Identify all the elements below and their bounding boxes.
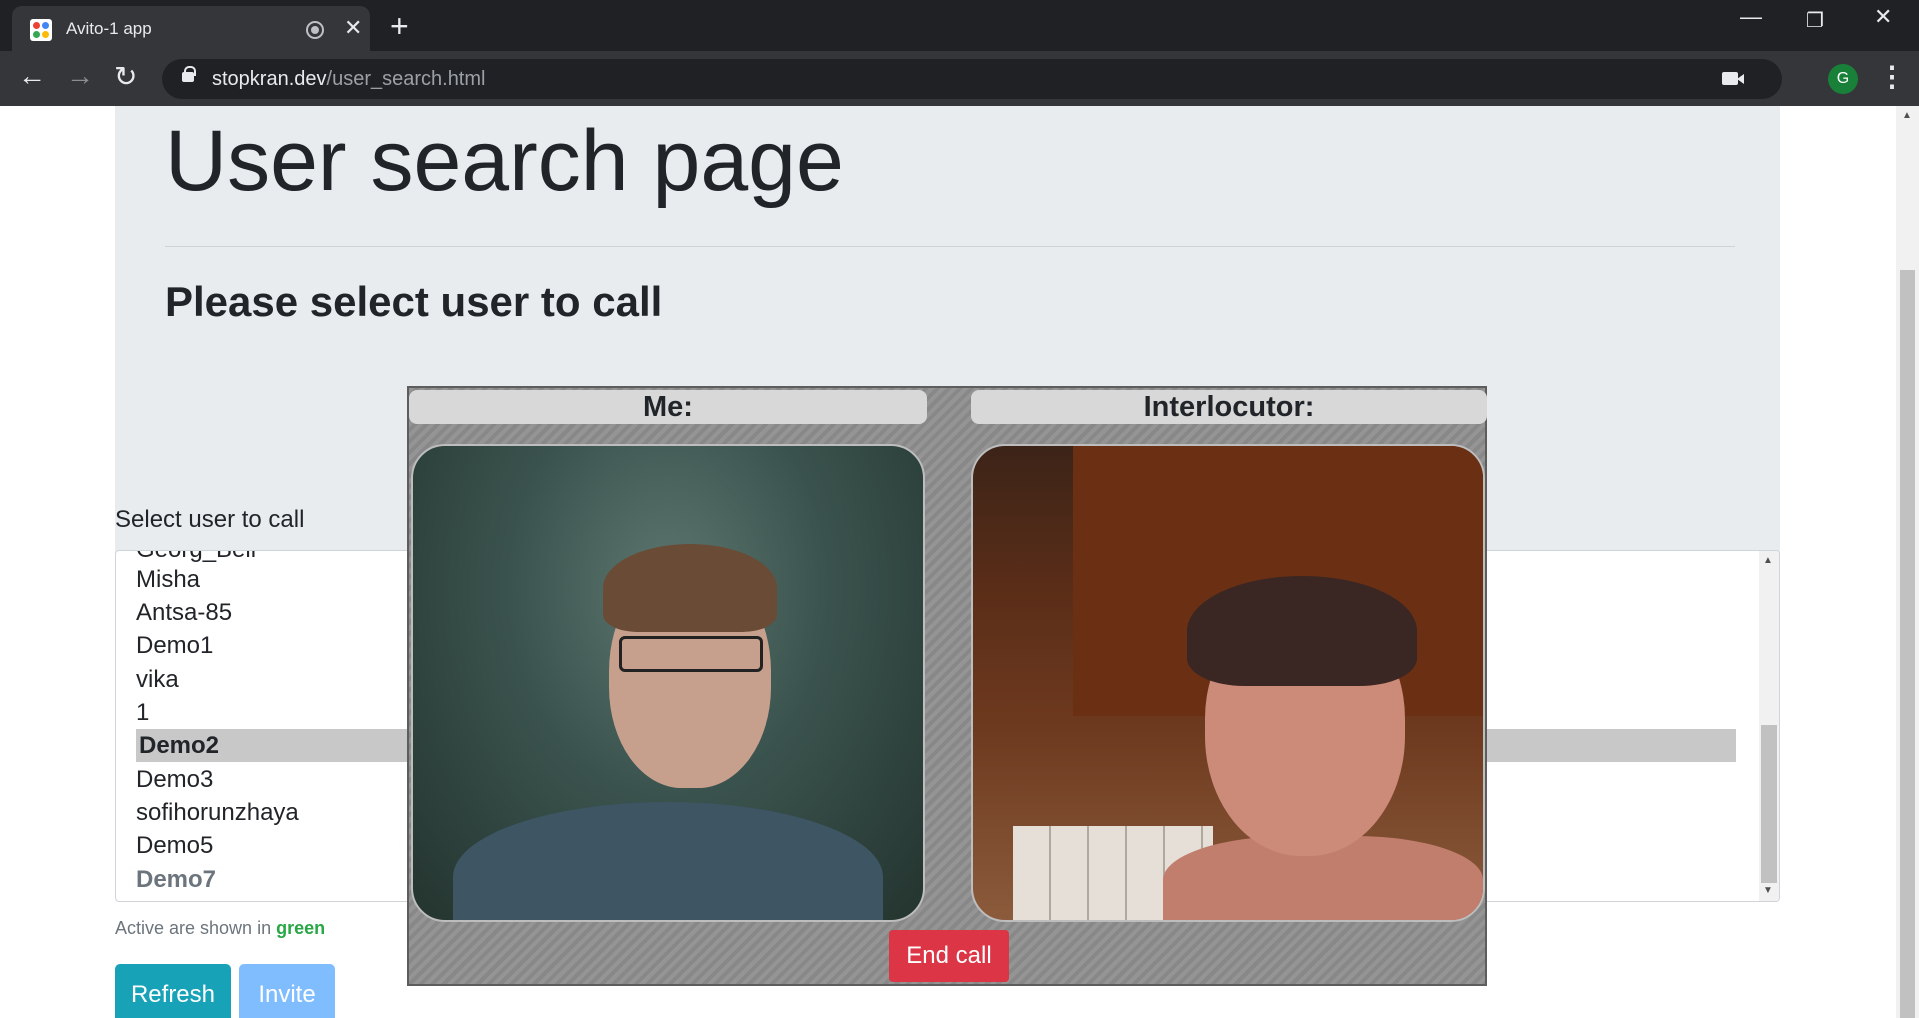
back-icon[interactable]: ← xyxy=(18,60,46,92)
list-item[interactable]: Demo3 xyxy=(136,763,213,796)
address-bar[interactable]: stopkran.dev/user_search.html ☆ xyxy=(162,59,1782,99)
end-call-button[interactable]: End call xyxy=(889,930,1009,982)
list-item[interactable]: 1 xyxy=(136,696,149,729)
browser-tabstrip: Avito-1 app ✕ + — ❐ ✕ xyxy=(0,0,1919,51)
app-favicon-icon xyxy=(30,19,52,41)
url-text: stopkran.dev/user_search.html xyxy=(212,68,485,91)
interlocutor-video xyxy=(971,444,1485,922)
new-tab-icon[interactable]: + xyxy=(390,8,409,45)
my-video-figure-shirt xyxy=(453,802,883,920)
forward-icon[interactable]: → xyxy=(66,60,94,92)
browser-toolbar: ← → ↻ stopkran.dev/user_search.html ☆ xyxy=(0,51,1919,106)
my-video-glasses xyxy=(619,636,763,672)
list-item[interactable]: vika xyxy=(136,663,179,696)
tab-title: Avito-1 app xyxy=(66,19,152,38)
reload-icon[interactable]: ↻ xyxy=(114,60,137,93)
refresh-button[interactable]: Refresh xyxy=(115,964,231,1018)
recording-indicator-icon xyxy=(306,21,324,39)
restore-icon[interactable]: ❐ xyxy=(1806,8,1824,33)
page-subtitle: Please select user to call xyxy=(165,278,663,325)
camera-icon[interactable] xyxy=(1722,72,1744,85)
url-path: /user_search.html xyxy=(326,68,486,90)
list-scrollbar[interactable]: ▲ ▼ xyxy=(1759,551,1779,901)
divider xyxy=(165,246,1735,247)
list-item[interactable]: Demo7 xyxy=(136,863,216,896)
call-dialog: Me: Interlocutor: End call xyxy=(407,386,1487,986)
page-scroll-thumb[interactable] xyxy=(1900,270,1915,1018)
scroll-down-icon[interactable]: ▼ xyxy=(1763,885,1773,896)
my-video-hair xyxy=(603,544,777,632)
menu-icon[interactable]: ⋮ xyxy=(1878,60,1906,93)
select-user-label: Select user to call xyxy=(115,506,305,533)
hint-text: Active are shown in xyxy=(115,918,272,938)
url-domain: stopkran.dev xyxy=(212,68,327,90)
lock-icon[interactable] xyxy=(182,66,196,82)
close-window-icon[interactable]: ✕ xyxy=(1874,4,1892,30)
page-title: User search page xyxy=(165,113,844,209)
list-scroll-thumb[interactable] xyxy=(1761,725,1777,883)
browser-tab[interactable]: Avito-1 app ✕ xyxy=(12,6,370,51)
interlocutor-header: Interlocutor: xyxy=(971,390,1487,424)
interlocutor-video-hair xyxy=(1187,576,1417,686)
hint-green-word: green xyxy=(276,918,326,938)
scroll-up-icon[interactable]: ▲ xyxy=(1763,555,1773,566)
page-scroll-up-icon[interactable]: ▲ xyxy=(1902,110,1912,121)
profile-avatar[interactable]: G xyxy=(1828,64,1858,94)
list-item[interactable]: Misha xyxy=(136,563,200,596)
active-hint: Active are shown in green xyxy=(115,918,325,939)
list-item[interactable]: Demo5 xyxy=(136,829,213,862)
my-video xyxy=(411,444,925,922)
page-scrollbar[interactable]: ▲ xyxy=(1896,106,1919,1018)
list-item[interactable]: Antsa-85 xyxy=(136,596,232,629)
close-tab-icon[interactable]: ✕ xyxy=(344,15,362,41)
minimize-icon[interactable]: — xyxy=(1740,4,1762,30)
page-viewport: User search page Please select user to c… xyxy=(0,106,1896,1018)
list-item[interactable]: sofihorunzhaya xyxy=(136,796,299,829)
me-header: Me: xyxy=(409,390,927,424)
invite-button[interactable]: Invite xyxy=(239,964,335,1018)
list-item[interactable]: Demo1 xyxy=(136,629,213,662)
